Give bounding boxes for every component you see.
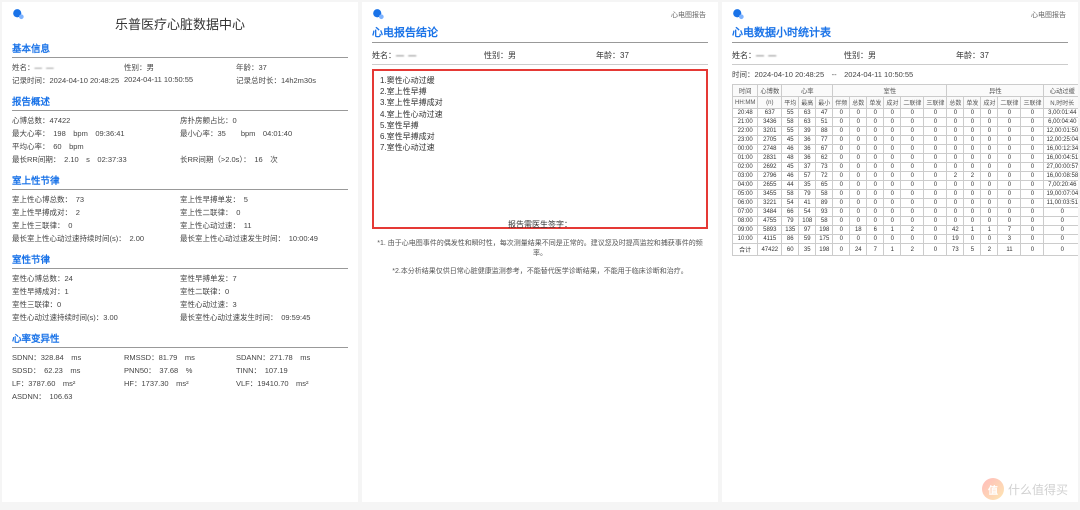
time-range: 时间：2024-04-10 20:48:25 -- 2024-04-11 10:… <box>732 69 1068 80</box>
signature-line: 报告需医生签字： <box>372 219 708 230</box>
table-row: 05:0034555879580000000000019,00:07:04 <box>733 190 1079 199</box>
max-hr: 最大心率： 198 bpm 09:36:41 <box>12 128 180 139</box>
name-field: 姓名：— — <box>12 62 124 73</box>
sex-field: 性别：男 <box>484 50 596 61</box>
lepu-logo-icon <box>12 8 26 24</box>
conclusion-item: 7.室性心动过速 <box>380 142 700 153</box>
record-duration: 记录总时长：14h2m30s <box>236 75 348 86</box>
footnote-1: *1. 由于心电图事件的偶发性和瞬时性，每次测量结果不同是正常的。建议您及时提高… <box>372 238 708 258</box>
conclusion-item: 5.室性早搏 <box>380 120 700 131</box>
conclusion-item: 1.窦性心动过缓 <box>380 75 700 86</box>
table-row: 10:00411586591750000001900300 <box>733 235 1079 244</box>
lepu-logo-icon <box>372 8 386 24</box>
record-end: 2024-04-11 10:50:55 <box>124 75 236 86</box>
hourly-stats-table: 时间心博数心率室性异性心动过缓 HH:MM(n)平均最高最小伴频总数单发成对二联… <box>732 84 1078 256</box>
table-row: 09:0058931359719801861204211700 <box>733 226 1079 235</box>
age-field: 年龄：37 <box>596 50 708 61</box>
table-row: 20:48637556347000000000003,00:01:44 <box>733 109 1079 118</box>
table-row: 03:0027964657720000002200016,00:08:58 <box>733 172 1079 181</box>
report-page-1: 乐普医疗心脏数据中心 基本信息 姓名：— — 性别：男 年龄：37 记录时间：2… <box>2 2 358 502</box>
long-rr: 长RR间期（>2.0s）： 16 次 <box>180 154 348 165</box>
section-overview: 报告概述 <box>12 94 348 111</box>
section-hrv: 心率变异性 <box>12 331 348 348</box>
doc-type-label: 心电图报告 <box>1031 10 1066 20</box>
section-basic-info: 基本信息 <box>12 41 348 58</box>
table-row: 04:002655443565000000000007,00:20:46 <box>733 181 1079 190</box>
report-page-3: 心电图报告 心电数据小时统计表 姓名：— — 性别：男 年龄：37 时间：202… <box>722 2 1078 502</box>
conclusion-item: 4.室上性心动过速 <box>380 109 700 120</box>
table-row: 01:0028314836620000000000016,00:04:51 <box>733 154 1079 163</box>
table-row: 合计474226035198024712073521100 <box>733 244 1079 256</box>
conclusion-item: 6.室性早搏成对 <box>380 131 700 142</box>
conclusion-item: 2.室上性早搏 <box>380 86 700 97</box>
section-ventricular: 室性节律 <box>12 252 348 269</box>
age-field: 年龄：37 <box>956 50 1068 61</box>
table-row: 00:0027484636670000000000016,00:12:34 <box>733 145 1079 154</box>
sex-field: 性别：男 <box>844 50 956 61</box>
table-row: 08:0047557910858000000000000 <box>733 217 1079 226</box>
page-title: 心电数据小时统计表 <box>732 24 1068 43</box>
report-page-2: 心电图报告 心电报告结论 姓名：— — 性别：男 年龄：37 1.窦性心动过缓2… <box>362 2 718 502</box>
table-row: 07:003484665493000000000000 <box>733 208 1079 217</box>
max-rr: 最长RR间期： 2.10 s 02:37:33 <box>12 154 180 165</box>
table-row: 23:0027054536770000000000012,00:25:04 <box>733 136 1079 145</box>
conclusion-item: 3.室上性早搏成对 <box>380 97 700 108</box>
age-field: 年龄：37 <box>236 62 348 73</box>
name-field: 姓名：— — <box>732 50 844 61</box>
page-title: 心电报告结论 <box>372 24 708 43</box>
record-start: 记录时间：2024-04-10 20:48:25 <box>12 75 124 86</box>
sex-field: 性别：男 <box>124 62 236 73</box>
page-title: 乐普医疗心脏数据中心 <box>12 14 348 33</box>
smzdm-watermark: 值 什么值得买 <box>982 478 1068 500</box>
lepu-logo-icon <box>732 8 746 24</box>
table-row: 21:003436586351000000000006,00:04:40 <box>733 118 1079 127</box>
doc-type-label: 心电图报告 <box>671 10 706 20</box>
heartbeat-total: 心博总数：47422 <box>12 115 180 126</box>
name-field: 姓名：— — <box>372 50 484 61</box>
section-supraventricular: 室上性节律 <box>12 173 348 190</box>
min-hr: 最小心率：35 bpm 04:01:40 <box>180 128 348 139</box>
footnote-2: *2.本分析结果仅供日常心脏健康监测参考，不能替代医学诊断结果，不能用于临床诊断… <box>372 266 708 276</box>
table-row: 22:0032015539880000000000012,00:01:50 <box>733 127 1079 136</box>
atrial-pct: 房扑房颤占比：0 <box>180 115 348 126</box>
table-row: 02:0026924537730000000000027,00:00:57 <box>733 163 1079 172</box>
smzdm-logo-icon: 值 <box>982 478 1004 500</box>
avg-hr: 平均心率： 60 bpm <box>12 141 348 152</box>
table-row: 06:0032215441890000000000011,00:03:51 <box>733 199 1079 208</box>
conclusion-box: 1.窦性心动过缓2.室上性早搏3.室上性早搏成对4.室上性心动过速5.室性早搏6… <box>372 69 708 229</box>
